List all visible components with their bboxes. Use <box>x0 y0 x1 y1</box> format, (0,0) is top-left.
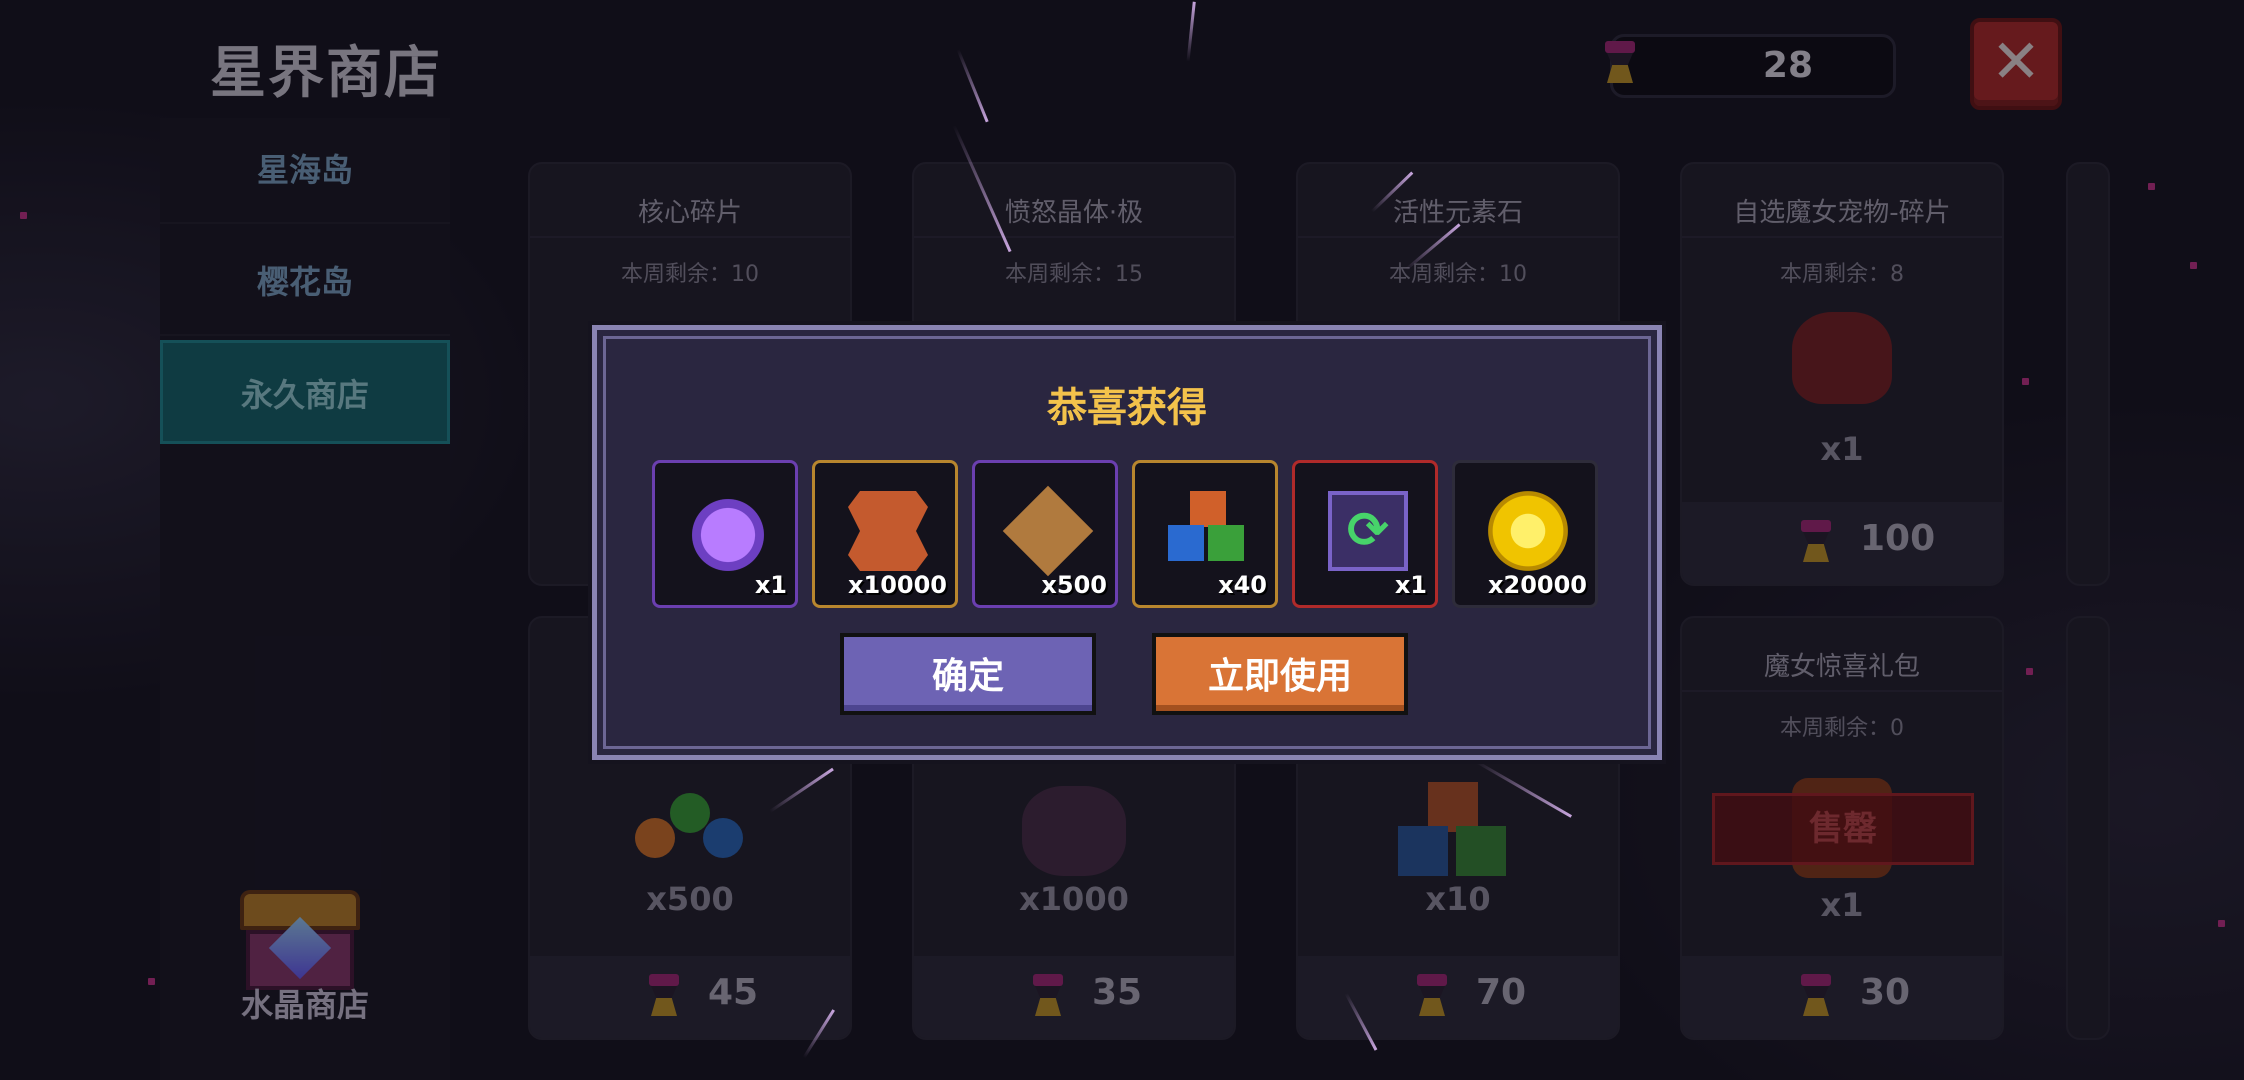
reward-slot[interactable]: x10000 <box>812 460 958 608</box>
reward-count: x10000 <box>848 571 947 599</box>
gold-coin-icon <box>1488 491 1568 571</box>
reward-count: x500 <box>1041 571 1107 599</box>
refresh-card-icon: ⟳ <box>1328 491 1408 571</box>
bronze-emblem-icon <box>1002 485 1094 577</box>
reward-count: x40 <box>1218 571 1267 599</box>
reward-slot[interactable]: ⟳ x1 <box>1292 460 1438 608</box>
use-now-button[interactable]: 立即使用 <box>1152 633 1408 715</box>
confirm-button[interactable]: 确定 <box>840 633 1096 715</box>
reward-count: x1 <box>754 571 787 599</box>
modal-title: 恭喜获得 <box>1047 385 1207 431</box>
reward-slot[interactable]: x20000 <box>1452 460 1598 608</box>
reward-modal: 恭喜获得 x1 x10000 x500 x40 ⟳ x1 x20000 确定 立… <box>592 325 1662 760</box>
reward-slot[interactable]: x1 <box>652 460 798 608</box>
reward-count: x20000 <box>1488 571 1587 599</box>
reward-slot[interactable]: x40 <box>1132 460 1278 608</box>
leather-hide-icon <box>848 491 928 571</box>
reward-slot[interactable]: x500 <box>972 460 1118 608</box>
element-stones-icon <box>1168 491 1248 571</box>
reward-count: x1 <box>1394 571 1427 599</box>
mystery-egg-icon <box>688 491 768 571</box>
